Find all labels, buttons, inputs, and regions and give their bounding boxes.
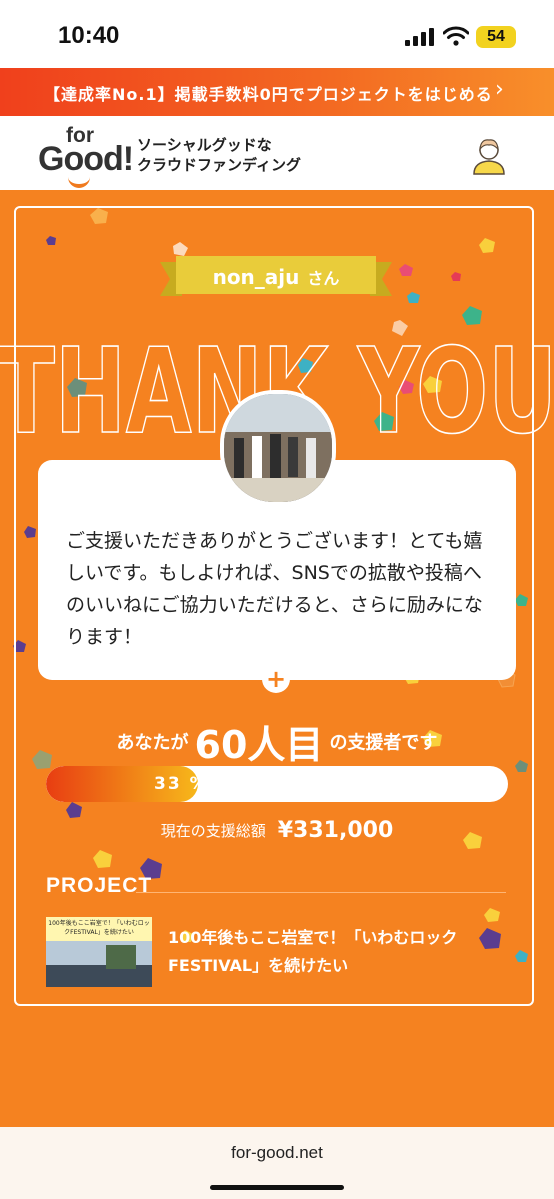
total-funding: 現在の支援総額 ¥331,000: [0, 818, 554, 843]
user-avatar-icon[interactable]: [468, 134, 510, 176]
status-time: 10:40: [58, 22, 120, 49]
total-label: 現在の支援総額: [160, 822, 266, 840]
tagline-line1: ソーシャルグッドな: [137, 136, 272, 154]
plus-icon: +: [262, 665, 290, 693]
supporter-name-text: non_aju: [212, 265, 300, 289]
supporter-rank: あなたが 60人目 の支援者です: [0, 714, 554, 769]
funding-progress-bar: 33 %: [46, 766, 508, 802]
cellular-signal-icon: [405, 28, 434, 46]
tagline-line2: クラウドファンディング: [137, 156, 301, 174]
chevron-right-icon: ›: [495, 77, 504, 102]
project-heading: PROJECT: [46, 874, 153, 897]
project-divider: [136, 892, 506, 893]
forgood-logo[interactable]: for Good!: [38, 124, 134, 188]
status-bar: 10:40 54: [0, 0, 554, 68]
battery-icon: 54: [476, 26, 516, 48]
rank-suffix: の支援者です: [329, 732, 438, 754]
supporter-name: non_aju さん: [168, 256, 384, 300]
site-tagline: ソーシャルグッドな クラウドファンディング: [137, 135, 301, 175]
footer-url[interactable]: for-good.net: [0, 1143, 554, 1163]
project-thumbnail-title: 100年後もここ岩室で！「いわむロックFESTIVAL」を続けたい: [46, 917, 152, 941]
project-owner-photo: [220, 390, 336, 506]
promo-banner[interactable]: 【達成率No.1】掲載手数料0円でプロジェクトをはじめる ›: [0, 68, 554, 116]
thank-you-section: non_aju さん THANK YOU ご支援いただきありがとうございます！とて…: [0, 190, 554, 1127]
project-title-link[interactable]: 100年後もここ岩室で！「いわむロックFESTIVAL」を続けたい: [168, 924, 498, 980]
total-value: ¥331,000: [277, 818, 394, 843]
thank-you-message: ご支援いただきありがとうございます！とても嬉しいです。もしよければ、SNSでの拡…: [66, 530, 483, 648]
site-header: for Good! ソーシャルグッドな クラウドファンディング: [0, 116, 554, 190]
logo-smile-mark: [68, 174, 90, 188]
rank-number: 60人目: [194, 723, 324, 767]
footer: for-good.net: [0, 1127, 554, 1199]
home-indicator: [210, 1185, 344, 1190]
rank-prefix: あなたが: [116, 732, 189, 754]
honorific-text: さん: [307, 269, 340, 288]
progress-percent: 33 %: [154, 774, 209, 794]
promo-banner-text: 【達成率No.1】掲載手数料0円でプロジェクトをはじめる: [44, 85, 493, 104]
wifi-icon: [443, 26, 469, 46]
project-thumbnail[interactable]: 100年後もここ岩室で！「いわむロックFESTIVAL」を続けたい: [46, 917, 152, 987]
supporter-name-ribbon: non_aju さん: [168, 256, 384, 300]
